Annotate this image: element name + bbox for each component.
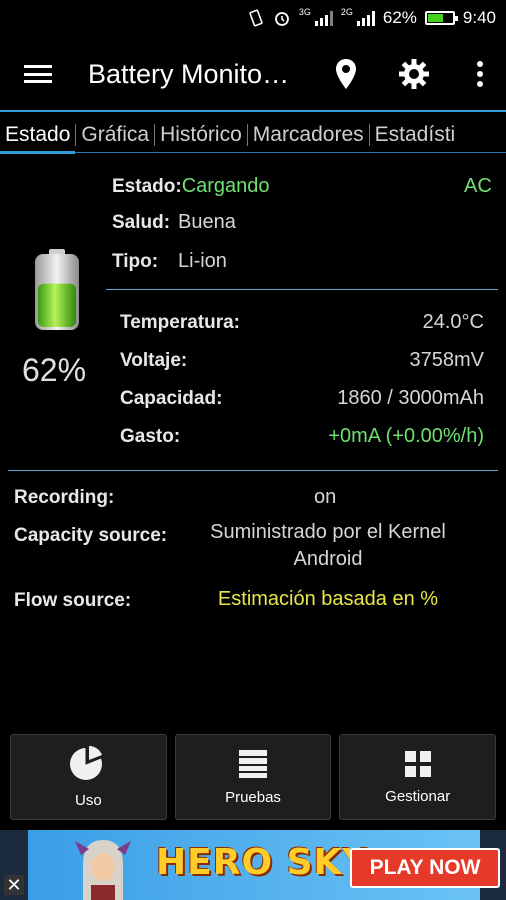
voltaje-value: 3758mV (409, 349, 485, 371)
battery-percent: 62% (22, 352, 87, 388)
capacidad-label: Capacidad: (120, 388, 223, 409)
tab-estadisticas[interactable]: Estadísti (370, 116, 461, 154)
recording-value: on (314, 486, 337, 508)
capacity-source-label: Capacity source: (14, 525, 168, 546)
gasto-label: Gasto: (120, 426, 181, 447)
menu-icon[interactable] (24, 59, 78, 89)
status-time: 9:40 (462, 8, 496, 27)
temperatura-label: Temperatura: (120, 312, 241, 333)
tabs-underline (0, 152, 506, 153)
pruebas-button[interactable]: Pruebas (174, 734, 332, 820)
app-toolbar: Battery Monito… (0, 36, 506, 112)
alarm-icon (274, 12, 289, 26)
app-title: Battery Monito… (88, 58, 290, 89)
signal-2g-icon (356, 10, 375, 26)
toolbar-divider (0, 110, 506, 112)
tipo-value: Li-ion (178, 250, 227, 272)
tipo-label: Tipo: (112, 251, 159, 272)
signal-2g-label: 2G (340, 7, 353, 17)
ad-close-icon[interactable]: ✕ (4, 875, 24, 895)
estado-value: Cargando (181, 175, 270, 197)
tab-estado[interactable]: Estado (0, 116, 76, 154)
ad-title: HERO SKY (156, 842, 370, 883)
more-vertical-icon[interactable] (456, 50, 504, 98)
battery-level-icon (35, 249, 79, 330)
pie-chart-icon (70, 745, 103, 780)
ad-creative[interactable]: HERO SKY PLAY NOW (28, 830, 500, 900)
power-source-value: AC (464, 175, 492, 197)
signal-3g-label: 3G (298, 7, 311, 17)
estado-row: Estado:Cargando (112, 175, 270, 198)
vibrate-icon (249, 9, 263, 27)
capacity-source-line2: Android (293, 548, 363, 570)
section-divider (8, 470, 498, 471)
signal-3g-icon (314, 10, 333, 26)
tab-grafica[interactable]: Gráfica (76, 116, 154, 154)
pruebas-label: Pruebas (225, 788, 281, 806)
list-icon (239, 749, 267, 778)
tab-historico[interactable]: Histórico (155, 116, 247, 154)
gear-icon[interactable] (390, 50, 438, 98)
tipo-row: Tipo: Li-ion (112, 250, 227, 273)
voltaje-label: Voltaje: (120, 350, 188, 371)
estado-label: Estado: (112, 176, 182, 197)
recording-label: Recording: (14, 487, 115, 508)
tab-marcadores[interactable]: Marcadores (248, 116, 369, 154)
capacidad-value: 1860 / 3000mAh (337, 387, 484, 409)
salud-row: Salud: Buena (112, 211, 236, 234)
uso-button[interactable]: Uso (10, 734, 167, 820)
salud-label: Salud: (112, 212, 171, 233)
location-pin-icon[interactable] (322, 50, 370, 98)
gasto-value: +0mA (+0.00%/h) (328, 425, 484, 447)
flow-source-label: Flow source: (14, 590, 132, 611)
temperatura-value: 24.0°C (422, 311, 484, 333)
flow-source-value: Estimación basada en % (217, 588, 439, 610)
gestionar-label: Gestionar (385, 787, 451, 805)
ad-play-now-button[interactable]: PLAY NOW (350, 848, 500, 888)
status-battery-percent: 62% (382, 8, 417, 27)
grid-icon (404, 750, 431, 777)
section-divider (106, 289, 498, 290)
gestionar-button[interactable]: Gestionar (339, 734, 497, 820)
status-bar: 3G 2G 62% 9:40 (0, 0, 506, 36)
battery-status-icon (424, 11, 458, 25)
bottom-actions: Uso Pruebas Gestionar (10, 734, 497, 820)
ad-hero-image (75, 840, 131, 900)
uso-label: Uso (74, 791, 102, 809)
salud-value: Buena (178, 211, 236, 233)
tab-bar: Estado Gráfica Histórico Marcadores Esta… (0, 116, 506, 154)
ad-banner[interactable]: HERO SKY PLAY NOW (0, 830, 506, 900)
capacity-source-line1: Suministrado por el Kernel (210, 521, 446, 543)
